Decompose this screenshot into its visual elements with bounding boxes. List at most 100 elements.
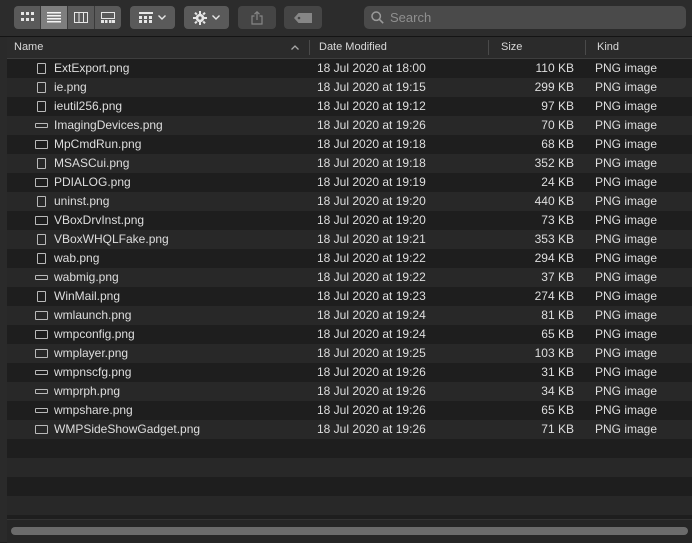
share-button[interactable] <box>238 6 276 29</box>
file-size: 353 KB <box>534 232 574 246</box>
file-date-modified: 18 Jul 2020 at 19:25 <box>317 346 426 360</box>
file-kind: PNG image <box>595 118 658 132</box>
list-view-button[interactable] <box>41 6 68 29</box>
file-row[interactable]: uninst.png 18 Jul 2020 at 19:20 440 KB PNG … <box>7 192 692 211</box>
column-header-date-modified[interactable]: Date Modified <box>319 37 387 58</box>
horizontal-scrollbar[interactable] <box>7 519 692 543</box>
image-file-icon <box>35 370 48 375</box>
file-name: VBoxWHQLFake.png <box>54 232 169 246</box>
image-file-icon <box>37 63 46 74</box>
file-row[interactable]: wmplayer.png 18 Jul 2020 at 19:25 103 KB PN… <box>7 344 692 363</box>
file-row[interactable]: ExtExport.png 18 Jul 2020 at 18:00 110 KB P… <box>7 59 692 78</box>
file-row[interactable]: WMPSideShowGadget.png 18 Jul 2020 at 19:2… <box>7 420 692 439</box>
gallery-icon <box>101 12 115 23</box>
image-file-icon <box>37 291 46 302</box>
image-file-icon <box>37 253 46 264</box>
toolbar: Search <box>0 0 692 37</box>
file-row[interactable]: ie.png 18 Jul 2020 at 19:15 299 KB PNG imag… <box>7 78 692 97</box>
image-file-icon <box>35 311 48 320</box>
file-size: 71 KB <box>541 422 574 436</box>
file-kind: PNG image <box>595 175 658 189</box>
file-row[interactable]: wmpnscfg.png 18 Jul 2020 at 19:26 31 KB PNG… <box>7 363 692 382</box>
file-kind: PNG image <box>595 156 658 170</box>
column-header-kind[interactable]: Kind <box>597 37 619 58</box>
search-field[interactable]: Search <box>364 6 686 29</box>
column-header-name[interactable]: Name <box>14 37 43 58</box>
file-row[interactable]: wmpconfig.png 18 Jul 2020 at 19:24 65 KB PN… <box>7 325 692 344</box>
file-size: 24 KB <box>541 175 574 189</box>
column-divider[interactable] <box>488 40 489 55</box>
column-divider[interactable] <box>309 40 310 55</box>
file-row[interactable]: PDIALOG.png 18 Jul 2020 at 19:19 24 KB PNG … <box>7 173 692 192</box>
file-date-modified: 18 Jul 2020 at 19:24 <box>317 327 426 341</box>
file-date-modified: 18 Jul 2020 at 19:26 <box>317 422 426 436</box>
image-file-icon <box>35 349 48 358</box>
file-date-modified: 18 Jul 2020 at 19:19 <box>317 175 426 189</box>
file-kind: PNG image <box>595 61 658 75</box>
icon-view-button[interactable] <box>14 6 41 29</box>
image-file-icon <box>35 275 48 280</box>
file-size: 274 KB <box>534 289 574 303</box>
column-divider[interactable] <box>585 40 586 55</box>
file-name: wmprph.png <box>54 384 121 398</box>
file-date-modified: 18 Jul 2020 at 19:26 <box>317 384 426 398</box>
chevron-down-icon <box>212 15 220 20</box>
file-date-modified: 18 Jul 2020 at 19:24 <box>317 308 426 322</box>
file-row[interactable]: ImagingDevices.png 18 Jul 2020 at 19:26 70… <box>7 116 692 135</box>
file-row[interactable]: wab.png 18 Jul 2020 at 19:22 294 KB PNG ima… <box>7 249 692 268</box>
action-menu-button[interactable] <box>184 6 229 29</box>
image-file-icon <box>37 158 46 169</box>
file-name: wmpconfig.png <box>54 327 135 341</box>
empty-row <box>7 458 692 477</box>
file-name: wmlaunch.png <box>54 308 132 322</box>
edit-tags-button[interactable] <box>284 6 322 29</box>
file-row[interactable]: ieutil256.png 18 Jul 2020 at 19:12 97 KB PN… <box>7 97 692 116</box>
image-file-icon <box>35 178 48 187</box>
file-kind: PNG image <box>595 251 658 265</box>
file-size: 440 KB <box>534 194 574 208</box>
sort-ascending-chevron-icon[interactable] <box>291 45 299 50</box>
file-date-modified: 18 Jul 2020 at 19:18 <box>317 156 426 170</box>
file-name: VBoxDrvInst.png <box>54 213 145 227</box>
file-row[interactable]: MpCmdRun.png 18 Jul 2020 at 19:18 68 KB PNG… <box>7 135 692 154</box>
file-row[interactable]: wmpshare.png 18 Jul 2020 at 19:26 65 KB PNG… <box>7 401 692 420</box>
file-date-modified: 18 Jul 2020 at 19:15 <box>317 80 426 94</box>
file-kind: PNG image <box>595 365 658 379</box>
file-name: wmpnscfg.png <box>54 365 132 379</box>
file-kind: PNG image <box>595 422 658 436</box>
column-header-size[interactable]: Size <box>501 37 522 58</box>
file-row[interactable]: WinMail.png 18 Jul 2020 at 19:23 274 KB PNG… <box>7 287 692 306</box>
file-row[interactable]: MSASCui.png 18 Jul 2020 at 19:18 352 KB PNG… <box>7 154 692 173</box>
file-name: wabmig.png <box>54 270 119 284</box>
columns-icon <box>74 12 88 23</box>
image-file-icon <box>35 408 48 413</box>
file-kind: PNG image <box>595 289 658 303</box>
scrollbar-thumb[interactable] <box>11 527 688 535</box>
file-date-modified: 18 Jul 2020 at 19:22 <box>317 251 426 265</box>
file-kind: PNG image <box>595 270 658 284</box>
file-size: 73 KB <box>541 213 574 227</box>
file-kind: PNG image <box>595 232 658 246</box>
file-date-modified: 18 Jul 2020 at 19:26 <box>317 403 426 417</box>
file-date-modified: 18 Jul 2020 at 19:20 <box>317 213 426 227</box>
file-row[interactable]: wmlaunch.png 18 Jul 2020 at 19:24 81 KB PNG… <box>7 306 692 325</box>
file-name: WinMail.png <box>54 289 121 303</box>
tag-icon <box>294 12 312 23</box>
file-name: ieutil256.png <box>54 99 123 113</box>
view-mode-segmented-control <box>14 6 121 29</box>
file-size: 97 KB <box>541 99 574 113</box>
gear-icon <box>193 10 207 25</box>
image-file-icon <box>37 82 46 93</box>
group-by-button[interactable] <box>130 6 175 29</box>
gallery-view-button[interactable] <box>95 6 121 29</box>
file-date-modified: 18 Jul 2020 at 19:23 <box>317 289 426 303</box>
file-row[interactable]: VBoxWHQLFake.png 18 Jul 2020 at 19:21 353 … <box>7 230 692 249</box>
file-kind: PNG image <box>595 80 658 94</box>
column-view-button[interactable] <box>68 6 95 29</box>
file-size: 352 KB <box>534 156 574 170</box>
file-row[interactable]: wmprph.png 18 Jul 2020 at 19:26 34 KB PNG i… <box>7 382 692 401</box>
column-header-bar: Name Date Modified Size Kind <box>7 37 692 59</box>
file-row[interactable]: VBoxDrvInst.png 18 Jul 2020 at 19:20 73 KB… <box>7 211 692 230</box>
file-size: 299 KB <box>534 80 574 94</box>
file-row[interactable]: wabmig.png 18 Jul 2020 at 19:22 37 KB PNG i… <box>7 268 692 287</box>
